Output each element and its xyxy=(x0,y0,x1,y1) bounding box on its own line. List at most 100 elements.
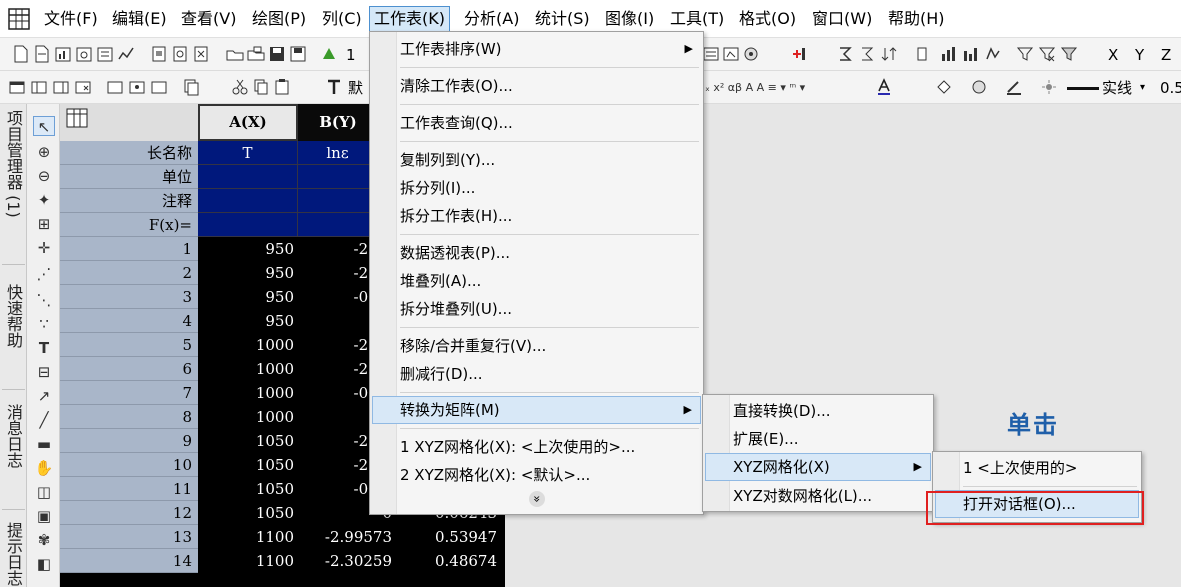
text-font-icon[interactable] xyxy=(325,78,343,96)
data-reader-tool-icon[interactable]: ✦ xyxy=(33,190,55,210)
network-chart-icon[interactable] xyxy=(984,45,1002,63)
menu-file[interactable]: 文件(F) xyxy=(40,6,102,32)
save-window-icon[interactable] xyxy=(289,45,307,63)
select-all-corner[interactable] xyxy=(60,104,198,141)
meta-cell-a[interactable] xyxy=(198,165,298,189)
screen-reader-tool-icon[interactable]: ✛ xyxy=(33,238,55,258)
table-cell-a[interactable]: 1100 xyxy=(198,549,298,573)
rectangle-tool-icon[interactable]: ▬ xyxy=(33,434,55,454)
copy-format-icon[interactable] xyxy=(182,78,200,96)
pointer-tool-icon[interactable]: ↖ xyxy=(33,116,55,136)
fill-color-icon[interactable] xyxy=(935,78,953,96)
sort-icon[interactable] xyxy=(880,45,898,63)
zoom-in-tool-icon[interactable]: ⊕ xyxy=(33,142,55,162)
menu-tools[interactable]: 工具(T) xyxy=(666,6,728,32)
text-tool-icon[interactable]: T xyxy=(33,338,55,358)
line-width-field[interactable]: 0.5 xyxy=(1160,77,1181,99)
row-header[interactable]: 6 xyxy=(60,357,198,381)
row-header[interactable]: 12 xyxy=(60,501,198,525)
add-column-icon[interactable] xyxy=(8,78,26,96)
region-select-tool-icon[interactable]: ⊞ xyxy=(33,214,55,234)
subscript-superscript-buttons[interactable]: ₓ x² αβ A A ≡ ▾ ᵐ ▾ xyxy=(705,77,805,99)
pattern-icon[interactable] xyxy=(970,78,988,96)
batch-icon[interactable] xyxy=(722,45,740,63)
menu-plot[interactable]: 绘图(P) xyxy=(248,6,310,32)
copy-icon[interactable] xyxy=(252,78,270,96)
menu-item-pivot-table[interactable]: 数据透视表(P)... xyxy=(372,239,701,267)
row-header[interactable]: 9 xyxy=(60,429,198,453)
row-header[interactable]: 4 xyxy=(60,309,198,333)
paste-icon[interactable] xyxy=(273,78,291,96)
point-icon[interactable] xyxy=(1040,78,1058,96)
meta-cell-a[interactable] xyxy=(198,213,298,237)
open-excel-icon[interactable] xyxy=(192,45,210,63)
insert-column-icon[interactable] xyxy=(52,78,70,96)
set-xyz-designation-buttons[interactable]: X Y Z xyxy=(1108,44,1177,66)
delete-column-icon[interactable] xyxy=(74,78,92,96)
font-name-field[interactable]: 默 xyxy=(348,77,363,99)
object-tool-icon[interactable]: ✾ xyxy=(33,530,55,550)
column-header-a[interactable]: A(X) xyxy=(198,104,298,141)
row-header[interactable]: 14 xyxy=(60,549,198,573)
refresh-icon[interactable] xyxy=(320,45,338,63)
arrow-tool-icon[interactable]: ↗ xyxy=(33,386,55,406)
menu-item-reduce-rows[interactable]: 删减行(D)... xyxy=(372,360,701,388)
add-sheet-icon[interactable] xyxy=(106,78,124,96)
mask-tool-icon[interactable]: ⋱ xyxy=(33,290,55,310)
menu-item-direct-convert[interactable]: 直接转换(D)... xyxy=(705,397,931,425)
menu-format[interactable]: 格式(O) xyxy=(735,6,800,32)
line-style-dropdown-arrow[interactable]: ▾ xyxy=(1140,77,1145,99)
statistics-on-columns-icon[interactable] xyxy=(836,45,854,63)
row-header[interactable]: 3 xyxy=(60,285,198,309)
quick-help-tab[interactable]: 快速帮助 xyxy=(0,284,27,348)
image-tool-icon[interactable]: ▣ xyxy=(33,506,55,526)
zoom-out-tool-icon[interactable]: ⊖ xyxy=(33,166,55,186)
menu-window[interactable]: 窗口(W) xyxy=(808,6,876,32)
insert-table-tool-icon[interactable]: ⊟ xyxy=(33,362,55,382)
meta-cell-b[interactable] xyxy=(298,165,378,189)
menu-item-remove-duplicate-rows[interactable]: 移除/合并重复行(V)... xyxy=(372,332,701,360)
menu-item-convert-to-matrix[interactable]: 转换为矩阵(M) ▶ xyxy=(372,396,701,424)
menu-item-xyz-log-gridding[interactable]: XYZ对数网格化(L)... xyxy=(705,482,931,510)
new-plot-dropdown-icon[interactable] xyxy=(117,45,135,63)
draw-data-tool-icon[interactable]: ∵ xyxy=(33,314,55,334)
menu-analysis[interactable]: 分析(A) xyxy=(460,6,523,32)
menu-item-unstack-columns[interactable]: 拆分堆叠列(U)... xyxy=(372,295,701,323)
menu-item-worksheet-query[interactable]: 工作表查询(Q)... xyxy=(372,109,701,137)
menu-item-stack-columns[interactable]: 堆叠列(A)... xyxy=(372,267,701,295)
meta-cell-b[interactable]: lnε xyxy=(298,141,378,165)
menu-worksheet[interactable]: 工作表(K) xyxy=(369,6,450,32)
table-cell-a[interactable]: 1100 xyxy=(198,525,298,549)
menu-view[interactable]: 查看(V) xyxy=(177,6,240,32)
meta-row-label[interactable]: 注释 xyxy=(60,189,198,213)
add-row-icon[interactable] xyxy=(30,78,48,96)
clear-filter-icon[interactable] xyxy=(1038,45,1056,63)
table-cell-a[interactable]: 950 xyxy=(198,285,298,309)
table-cell-a[interactable]: 1050 xyxy=(198,453,298,477)
row-header[interactable]: 5 xyxy=(60,333,198,357)
table-cell-a[interactable]: 1050 xyxy=(198,429,298,453)
menu-item-sort-worksheet[interactable]: 工作表排序(W) ▶ xyxy=(372,35,701,63)
table-cell-b[interactable]: -2.99573 xyxy=(298,525,396,549)
row-header[interactable]: 2 xyxy=(60,261,198,285)
add-layer-icon[interactable] xyxy=(790,45,808,63)
open-icon[interactable] xyxy=(150,45,168,63)
table-cell-c[interactable]: 0.53947 xyxy=(396,525,501,549)
project-explorer-tab[interactable]: 项目管理器 (1) xyxy=(0,110,27,218)
table-cell-a[interactable]: 950 xyxy=(198,309,298,333)
meta-cell-a[interactable]: T xyxy=(198,141,298,165)
meta-row-label[interactable]: F(x)= xyxy=(60,213,198,237)
set-column-label-icon[interactable] xyxy=(150,78,168,96)
column-header-b[interactable]: B(Y) xyxy=(298,104,378,141)
open-template-icon[interactable] xyxy=(171,45,189,63)
column-chart-icon[interactable] xyxy=(940,45,958,63)
row-header[interactable]: 10 xyxy=(60,453,198,477)
messages-log-tab[interactable]: 消息日志 xyxy=(0,404,27,468)
menu-item-clear-worksheet[interactable]: 清除工作表(O)... xyxy=(372,72,701,100)
filter-icon[interactable] xyxy=(1016,45,1034,63)
menu-item-expand[interactable]: 扩展(E)... xyxy=(705,425,931,453)
smart-hint-log-tab[interactable]: 提示日志 xyxy=(0,522,27,586)
menu-column[interactable]: 列(C) xyxy=(318,6,366,32)
reapply-filter-icon[interactable] xyxy=(1060,45,1078,63)
menu-item-split-worksheet[interactable]: 拆分工作表(H)... xyxy=(372,202,701,230)
